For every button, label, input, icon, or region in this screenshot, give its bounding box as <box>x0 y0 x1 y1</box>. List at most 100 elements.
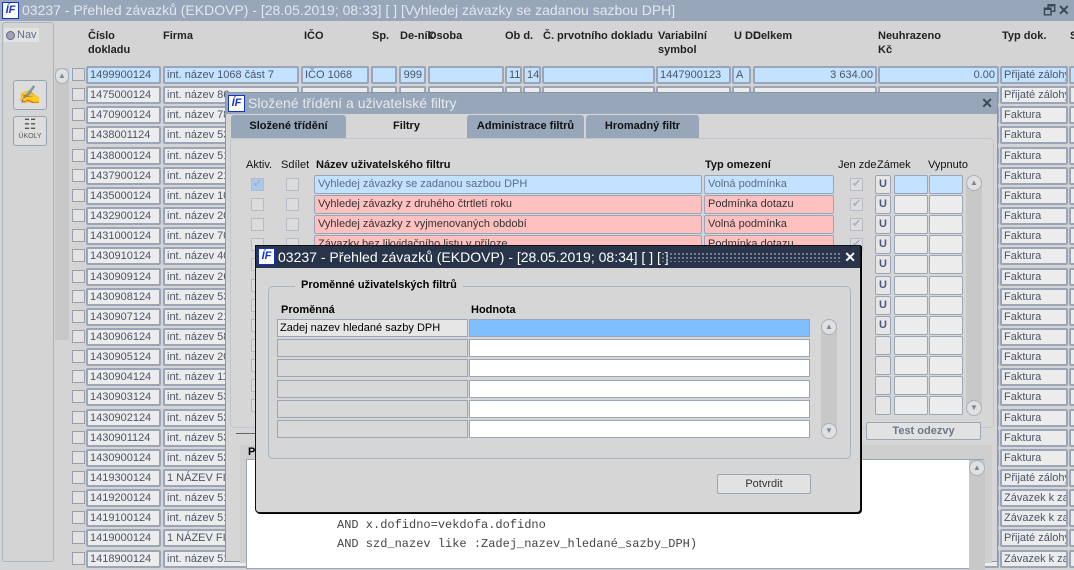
jen-zde-checkbox[interactable]: ✔ <box>850 198 863 211</box>
column-header-cprv[interactable]: Č. prvotního dokladu <box>543 29 653 43</box>
cell-next[interactable] <box>1069 529 1074 547</box>
vypnuto-field[interactable] <box>929 276 963 295</box>
vypnuto-field[interactable] <box>929 336 963 355</box>
vypnuto-field[interactable] <box>929 195 963 214</box>
zamek-field[interactable] <box>894 336 928 355</box>
vypnuto-field[interactable] <box>929 235 963 254</box>
restore-icon[interactable]: 🗗 <box>1043 0 1056 21</box>
cell-next[interactable] <box>1069 509 1074 527</box>
row-select-checkbox[interactable] <box>72 451 85 464</box>
cell-obd2[interactable]: 14 <box>523 66 541 84</box>
variable-value-input[interactable] <box>469 339 810 357</box>
cell-next[interactable] <box>1069 429 1074 447</box>
cell-typ[interactable]: Faktura <box>1000 167 1068 185</box>
row-select-checkbox[interactable] <box>72 189 85 202</box>
cell-cislo[interactable]: 1430909124 <box>86 268 161 286</box>
cell-cislo[interactable]: 1430904124 <box>86 368 161 386</box>
cell-var[interactable]: 1447900123 <box>656 66 731 84</box>
cell-typ[interactable]: Závazek k zaplacení <box>1000 509 1068 527</box>
tab-administrace-filtru[interactable]: Administrace filtrů <box>467 115 584 138</box>
zamek-field[interactable] <box>894 235 928 254</box>
variables-scrollbar[interactable]: ▲ ▼ <box>821 319 837 439</box>
zamek-field[interactable] <box>894 276 928 295</box>
cell-typ[interactable]: Faktura <box>1000 388 1068 406</box>
row-select-checkbox[interactable] <box>72 249 85 262</box>
user-button[interactable] <box>875 376 891 395</box>
cell-cislo[interactable]: 1430903124 <box>86 388 161 406</box>
row-select-checkbox[interactable] <box>72 350 85 363</box>
cell-typ[interactable]: Faktura <box>1000 328 1068 346</box>
cell-next[interactable] <box>1069 268 1074 286</box>
tasks-button[interactable]: ☷ ÚKOLY <box>13 116 47 146</box>
zamek-field[interactable] <box>894 396 928 415</box>
variable-value-input[interactable] <box>469 420 810 438</box>
variable-value-input[interactable] <box>469 400 810 418</box>
cell-typ[interactable]: Závazek k zaplacení <box>1000 550 1068 568</box>
cell-next[interactable] <box>1069 308 1074 326</box>
user-button[interactable]: U <box>875 316 891 335</box>
cell-next[interactable] <box>1069 247 1074 265</box>
filter-type-field[interactable]: Volná podmínka <box>704 175 834 194</box>
grid-scrollbar[interactable]: ▲ <box>55 68 69 340</box>
vypnuto-field[interactable] <box>929 175 963 194</box>
cell-cislo[interactable]: 1430905124 <box>86 348 161 366</box>
cell-next[interactable] <box>1069 388 1074 406</box>
user-button[interactable] <box>875 356 891 375</box>
column-header-neuhr[interactable]: Neuhrazeno Kč <box>878 29 948 57</box>
sdilet-checkbox[interactable] <box>286 218 299 231</box>
cell-firma[interactable]: int. název 1068 část 7 <box>163 66 299 84</box>
cell-typ[interactable]: Faktura <box>1000 308 1068 326</box>
row-select-checkbox[interactable] <box>72 411 85 424</box>
cell-typ[interactable]: Faktura <box>1000 187 1068 205</box>
scroll-down-icon[interactable]: ▼ <box>821 423 837 439</box>
row-select-checkbox[interactable] <box>72 290 85 303</box>
row-select-checkbox[interactable] <box>72 128 85 141</box>
row-select-checkbox[interactable] <box>72 390 85 403</box>
cell-next[interactable] <box>1069 469 1074 487</box>
column-header-typ[interactable]: Typ dok. <box>1002 29 1072 43</box>
vypnuto-field[interactable] <box>929 296 963 315</box>
cell-typ[interactable]: Faktura <box>1000 348 1068 366</box>
cell-next[interactable] <box>1069 368 1074 386</box>
cell-typ[interactable]: Faktura <box>1000 147 1068 165</box>
vypnuto-field[interactable] <box>929 356 963 375</box>
close-icon[interactable]: ✕ <box>844 246 856 268</box>
user-button[interactable]: U <box>875 175 891 194</box>
row-select-checkbox[interactable] <box>72 511 85 524</box>
tab-filtry[interactable]: Filtry <box>349 115 464 138</box>
cell-next[interactable] <box>1069 207 1074 225</box>
cell-next[interactable] <box>1069 187 1074 205</box>
cell-next[interactable] <box>1069 449 1074 467</box>
cell-typ[interactable]: Faktura <box>1000 106 1068 124</box>
cell-next[interactable] <box>1069 288 1074 306</box>
cell-osoba[interactable] <box>428 66 504 84</box>
cell-next[interactable] <box>1069 66 1074 84</box>
close-icon[interactable]: ✕ <box>1058 0 1070 21</box>
user-button[interactable] <box>875 336 891 355</box>
scroll-up-icon[interactable]: ▲ <box>55 68 69 84</box>
variable-value-input[interactable] <box>469 319 810 337</box>
cell-neuhr[interactable]: 0.00 <box>878 66 999 84</box>
drag-handle[interactable] <box>661 252 841 262</box>
cell-cislo[interactable]: 1430902124 <box>86 409 161 427</box>
vypnuto-field[interactable] <box>929 316 963 335</box>
sdilet-checkbox[interactable] <box>286 198 299 211</box>
row-select-checkbox[interactable] <box>72 552 85 565</box>
cell-next[interactable] <box>1069 409 1074 427</box>
row-select-checkbox[interactable] <box>72 330 85 343</box>
zamek-field[interactable] <box>894 215 928 234</box>
cell-obd1[interactable]: 11 <box>505 66 522 84</box>
cell-next[interactable] <box>1069 147 1074 165</box>
cell-cislo[interactable]: 1419100124 <box>86 509 161 527</box>
user-button[interactable] <box>875 396 891 415</box>
filter-type-field[interactable]: Podmínka dotazu <box>704 195 834 214</box>
test-odezvy-button[interactable]: Test odezvy <box>866 422 981 440</box>
cell-cislo[interactable]: 1430908124 <box>86 288 161 306</box>
nav-radio[interactable]: Nav <box>4 28 39 42</box>
user-button[interactable]: U <box>875 195 891 214</box>
cell-cislo[interactable]: 1430906124 <box>86 328 161 346</box>
row-select-checkbox[interactable] <box>72 68 85 81</box>
cell-typ[interactable]: Závazek k zaplacení <box>1000 489 1068 507</box>
cell-sp[interactable] <box>371 66 397 84</box>
cell-cislo[interactable]: 1499900124 <box>86 66 161 84</box>
